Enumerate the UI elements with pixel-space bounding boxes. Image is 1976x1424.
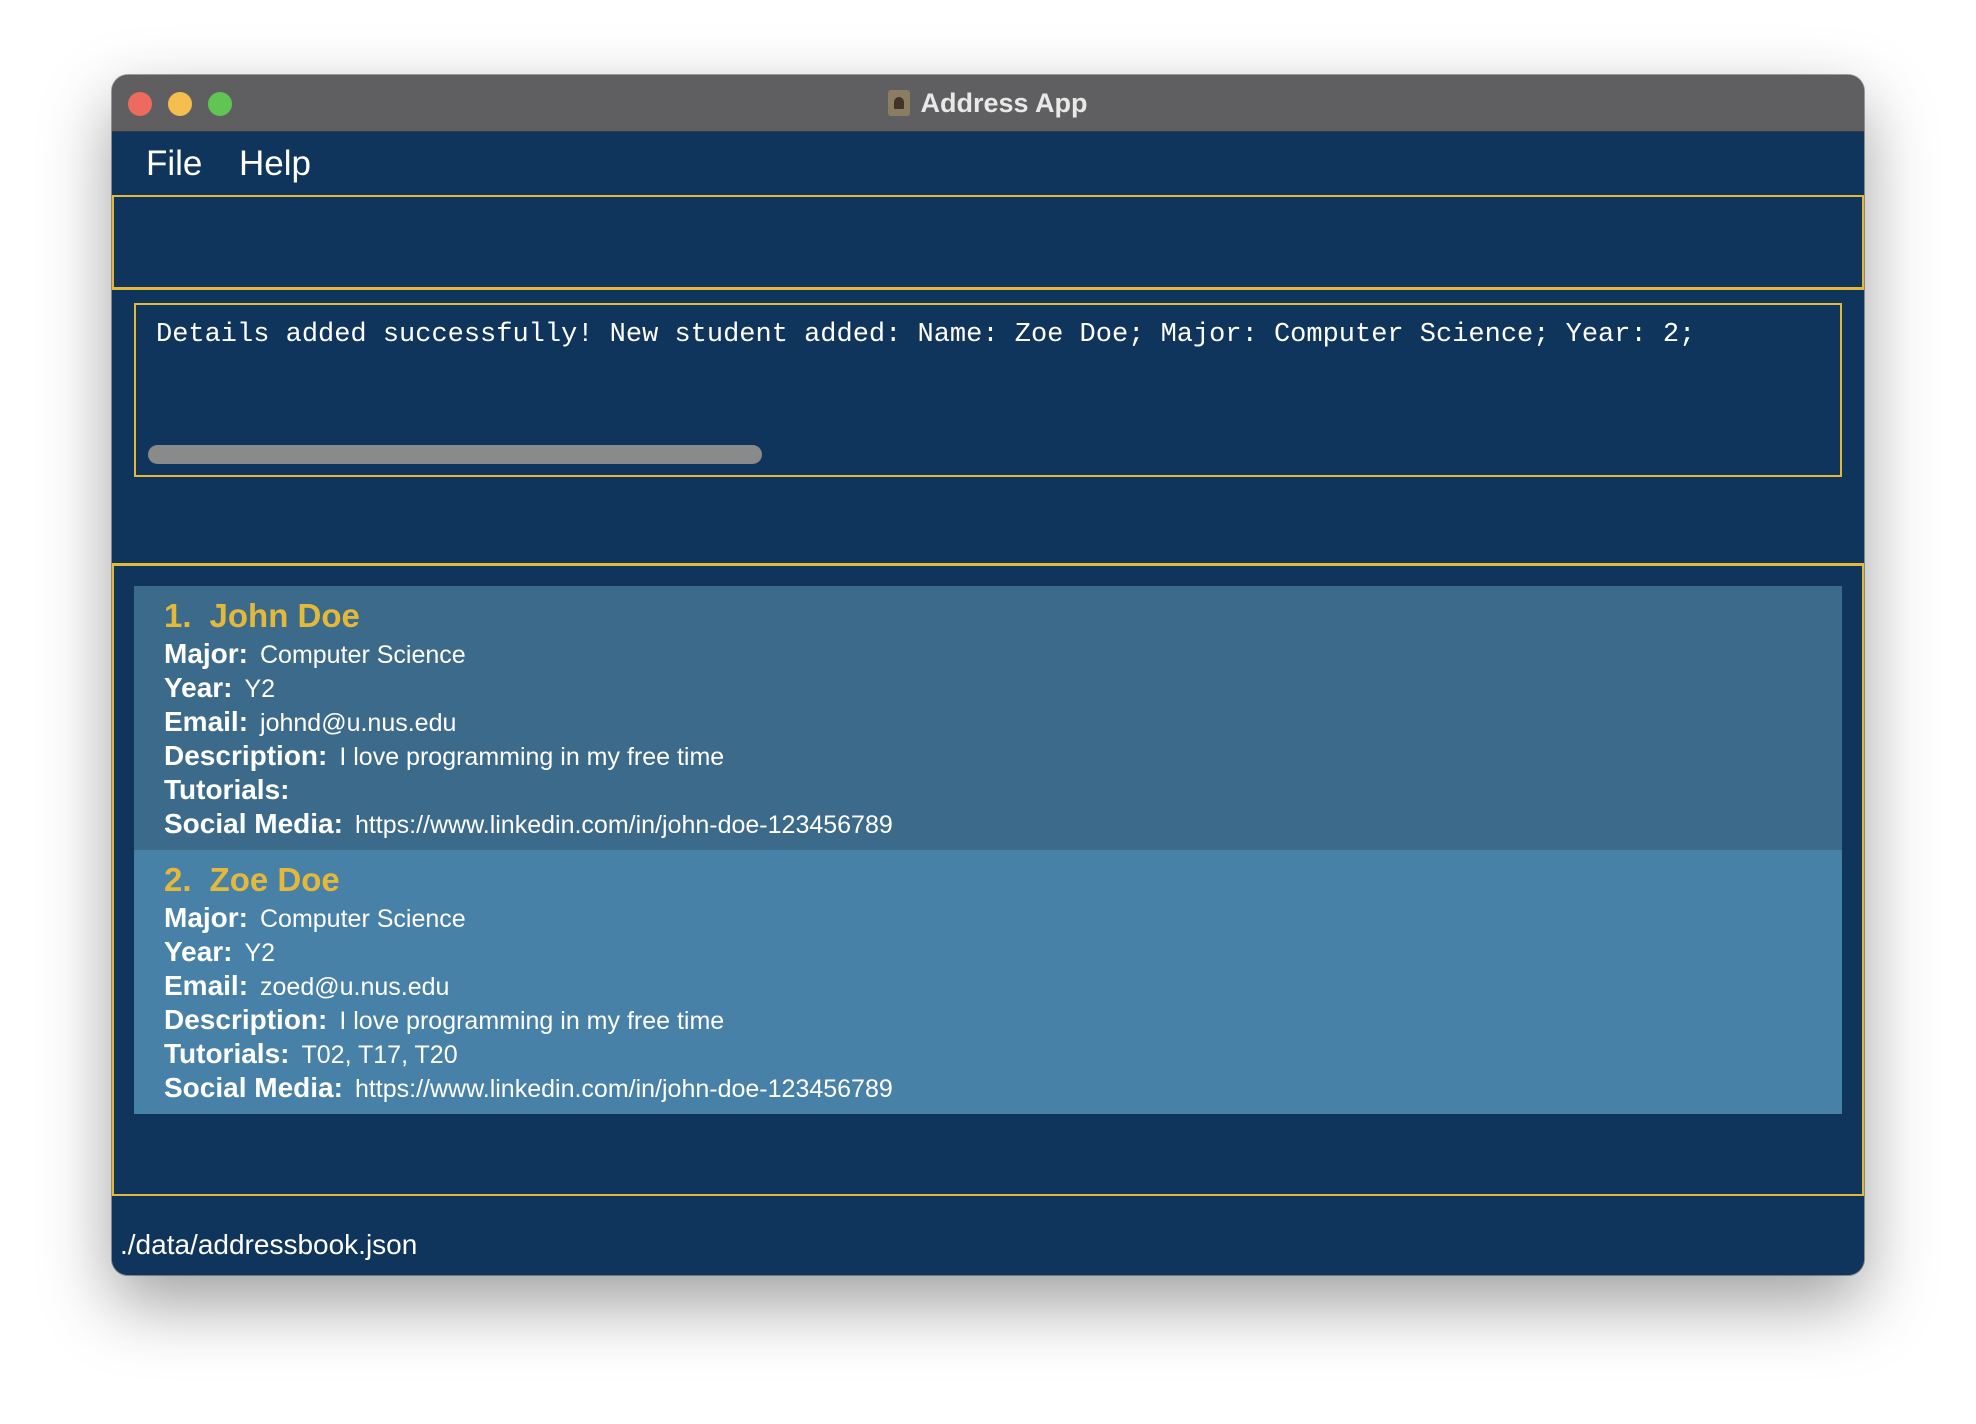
field-label: Tutorials: — [164, 774, 290, 805]
year-field: Year: Y2 — [164, 936, 275, 968]
result-panel: Details added successfully! New student … — [112, 293, 1864, 563]
description-field: Description: I love programming in my fre… — [164, 740, 724, 772]
status-bar: ./data/addressbook.json — [112, 1224, 1864, 1275]
person-list[interactable]: 1. John Doe Major: Computer Science Year: Y… — [112, 566, 1864, 1196]
person-index: 2. — [164, 861, 192, 898]
app-window: Address App File Help Details added succ… — [112, 75, 1864, 1275]
person-index: 1. — [164, 597, 192, 634]
major-field: Major: Computer Science — [164, 638, 466, 670]
person-card[interactable]: 2. Zoe Doe Major: Computer Science Year: Y2… — [134, 850, 1842, 1114]
field-label: Email: — [164, 706, 249, 737]
field-label: Description: — [164, 740, 328, 771]
horizontal-scrollbar[interactable] — [148, 445, 762, 464]
field-value: Computer Science — [260, 905, 466, 933]
field-label: Year: — [164, 936, 233, 967]
field-label: Year: — [164, 672, 233, 703]
field-value: https://www.linkedin.com/in/john-doe-123… — [354, 811, 893, 839]
save-location-path: ./data/addressbook.json — [120, 1229, 418, 1260]
tutorials-field: Tutorials: T02, T17, T20 — [164, 1038, 458, 1070]
title-bar[interactable]: Address App — [112, 75, 1864, 132]
email-field: Email: johnd@u.nus.edu — [164, 706, 456, 738]
tutorials-field: Tutorials: — [164, 774, 301, 806]
window-title: Address App — [920, 87, 1088, 118]
description-field: Description: I love programming in my fre… — [164, 1004, 724, 1036]
menu-file[interactable]: File — [146, 144, 202, 184]
person-card-title: 2. Zoe Doe — [164, 861, 340, 899]
field-value: Computer Science — [260, 641, 466, 669]
menu-bar: File Help — [112, 132, 1864, 194]
menu-help[interactable]: Help — [239, 144, 311, 184]
person-name: Zoe Doe — [209, 861, 340, 898]
field-label: Description: — [164, 1004, 328, 1035]
social-media-field: Social Media: https://www.linkedin.com/in… — [164, 808, 893, 840]
field-label: Major: — [164, 902, 248, 933]
field-label: Email: — [164, 970, 249, 1001]
field-value: T02, T17, T20 — [301, 1041, 458, 1069]
field-label: Major: — [164, 638, 248, 669]
year-field: Year: Y2 — [164, 672, 275, 704]
divider — [112, 287, 1864, 290]
field-label: Social Media: — [164, 1072, 343, 1103]
field-value: I love programming in my free time — [339, 1007, 725, 1035]
major-field: Major: Computer Science — [164, 902, 466, 934]
field-value: https://www.linkedin.com/in/john-doe-123… — [354, 1075, 893, 1103]
field-value: I love programming in my free time — [339, 743, 725, 771]
command-input[interactable] — [114, 197, 1862, 288]
field-value: Y2 — [244, 675, 276, 703]
person-card-title: 1. John Doe — [164, 597, 360, 635]
email-field: Email: zoed@u.nus.edu — [164, 970, 449, 1002]
field-value: johnd@u.nus.edu — [260, 709, 457, 737]
person-card[interactable]: 1. John Doe Major: Computer Science Year: Y… — [134, 586, 1842, 850]
window-title-group: Address App — [112, 75, 1864, 131]
field-value: zoed@u.nus.edu — [260, 973, 450, 1001]
address-book-icon — [888, 90, 911, 116]
result-message: Details added successfully! New student … — [156, 320, 1696, 350]
command-box — [112, 195, 1864, 290]
result-display[interactable]: Details added successfully! New student … — [134, 303, 1842, 477]
field-label: Social Media: — [164, 808, 343, 839]
person-name: John Doe — [209, 597, 360, 634]
field-label: Tutorials: — [164, 1038, 290, 1069]
field-value: Y2 — [244, 939, 276, 967]
social-media-field: Social Media: https://www.linkedin.com/in… — [164, 1072, 893, 1104]
